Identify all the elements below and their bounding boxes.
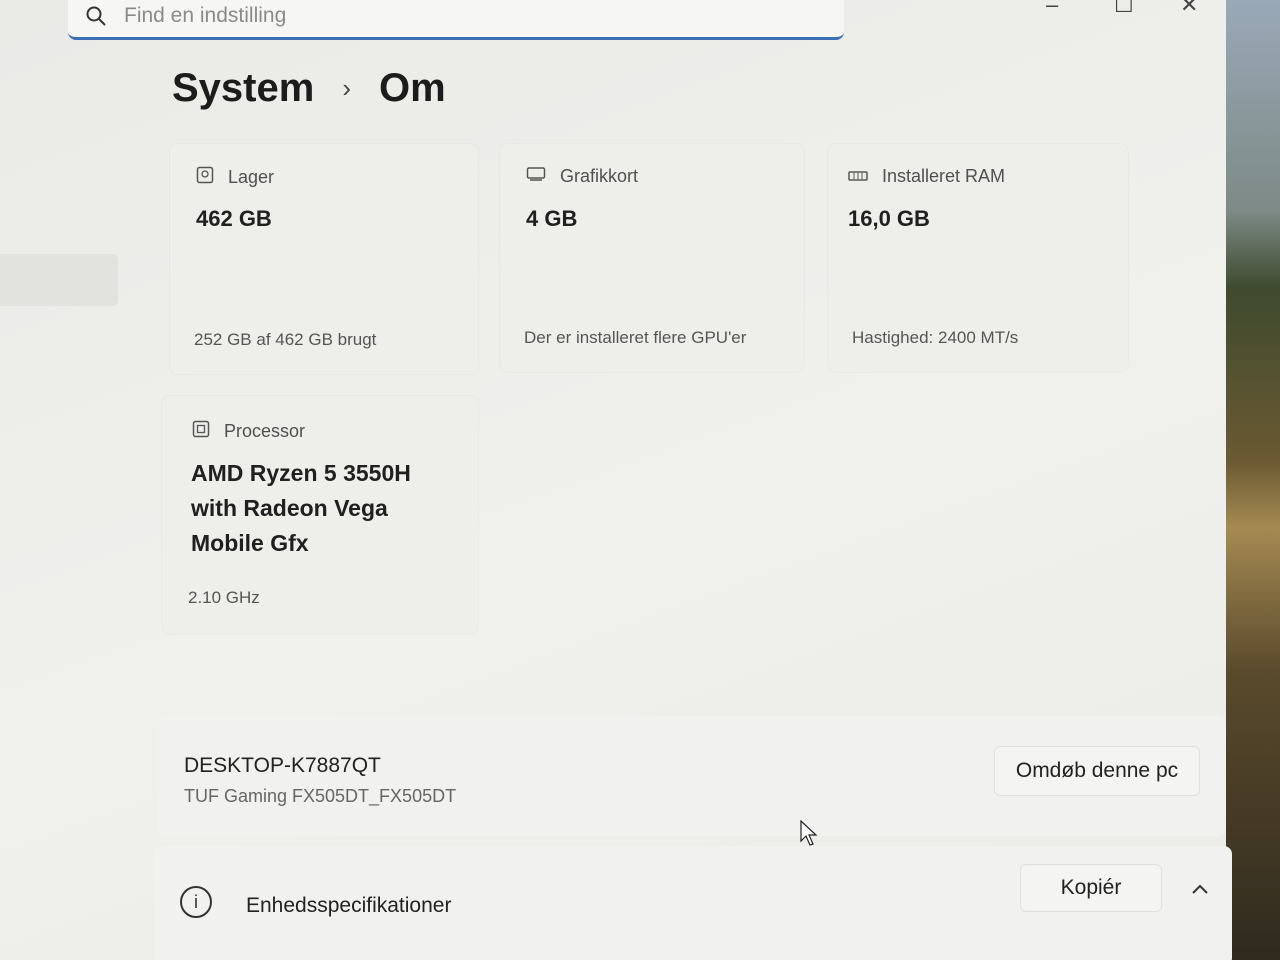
device-model: TUF Gaming FX505DT_FX505DT	[184, 786, 457, 806]
processor-speed: 2.10 GHz	[188, 588, 260, 607]
storage-card: Lager 462 GB 252 GB af 462 GB brugt	[170, 144, 478, 374]
chevron-right-icon: ›	[342, 73, 351, 103]
maximize-button[interactable]: ☐	[1114, 0, 1134, 18]
processor-icon	[192, 420, 210, 443]
ram-label: Installeret RAM	[882, 166, 1006, 186]
processor-card: Processor AMD Ryzen 5 3550H with Radeon …	[162, 396, 478, 634]
processor-label: Processor	[224, 421, 306, 441]
breadcrumb-current: Om	[378, 66, 446, 110]
graphics-label: Grafikkort	[560, 166, 639, 186]
processor-value: AMD Ryzen 5 3550H with Radeon Vega Mobil…	[191, 456, 411, 561]
info-icon: i	[180, 886, 212, 918]
processor-line-2: with Radeon Vega	[191, 495, 388, 521]
processor-line-3: Mobile Gfx	[191, 530, 309, 556]
graphics-card: Grafikkort 4 GB Der er installeret flere…	[500, 144, 804, 372]
storage-value: 462 GB	[196, 206, 272, 231]
close-button[interactable]: ✕	[1180, 0, 1198, 18]
search-icon	[68, 5, 124, 27]
ram-card: Installeret RAM 16,0 GB Hastighed: 2400 …	[828, 144, 1128, 372]
storage-label: Lager	[228, 167, 275, 187]
ram-value: 16,0 GB	[848, 206, 930, 231]
minimize-button[interactable]: –	[1046, 0, 1058, 18]
graphics-value: 4 GB	[526, 206, 578, 231]
ram-icon	[848, 166, 868, 187]
gpu-icon	[526, 166, 546, 187]
breadcrumb: System › Om	[172, 66, 446, 111]
graphics-detail: Der er installeret flere GPU'er	[524, 328, 747, 347]
nav-item-selected[interactable]	[0, 254, 118, 306]
device-name: DESKTOP-K7887QT	[184, 754, 381, 777]
settings-window: – ☐ ✕ System › Om Lager 462 GB 252 GB af…	[0, 0, 1232, 960]
search-box[interactable]	[68, 0, 844, 40]
device-specs-row[interactable]: i Enhedsspecifikationer Kopiér	[154, 846, 1232, 960]
storage-detail: 252 GB af 462 GB brugt	[194, 330, 377, 349]
device-name-row: DESKTOP-K7887QT TUF Gaming FX505DT_FX505…	[158, 716, 1226, 836]
breadcrumb-parent[interactable]: System	[172, 66, 314, 111]
search-input[interactable]	[124, 3, 724, 28]
rename-pc-button[interactable]: Omdøb denne pc	[994, 746, 1200, 796]
mouse-pointer-icon	[800, 819, 818, 851]
copy-button[interactable]: Kopiér	[1020, 864, 1162, 912]
processor-line-1: AMD Ryzen 5 3550H	[191, 460, 411, 486]
device-specs-label: Enhedsspecifikationer	[246, 894, 452, 917]
desktop-wallpaper	[1226, 0, 1280, 960]
ram-detail: Hastighed: 2400 MT/s	[852, 328, 1019, 347]
storage-icon	[196, 166, 214, 189]
chevron-up-icon[interactable]	[1190, 882, 1210, 900]
